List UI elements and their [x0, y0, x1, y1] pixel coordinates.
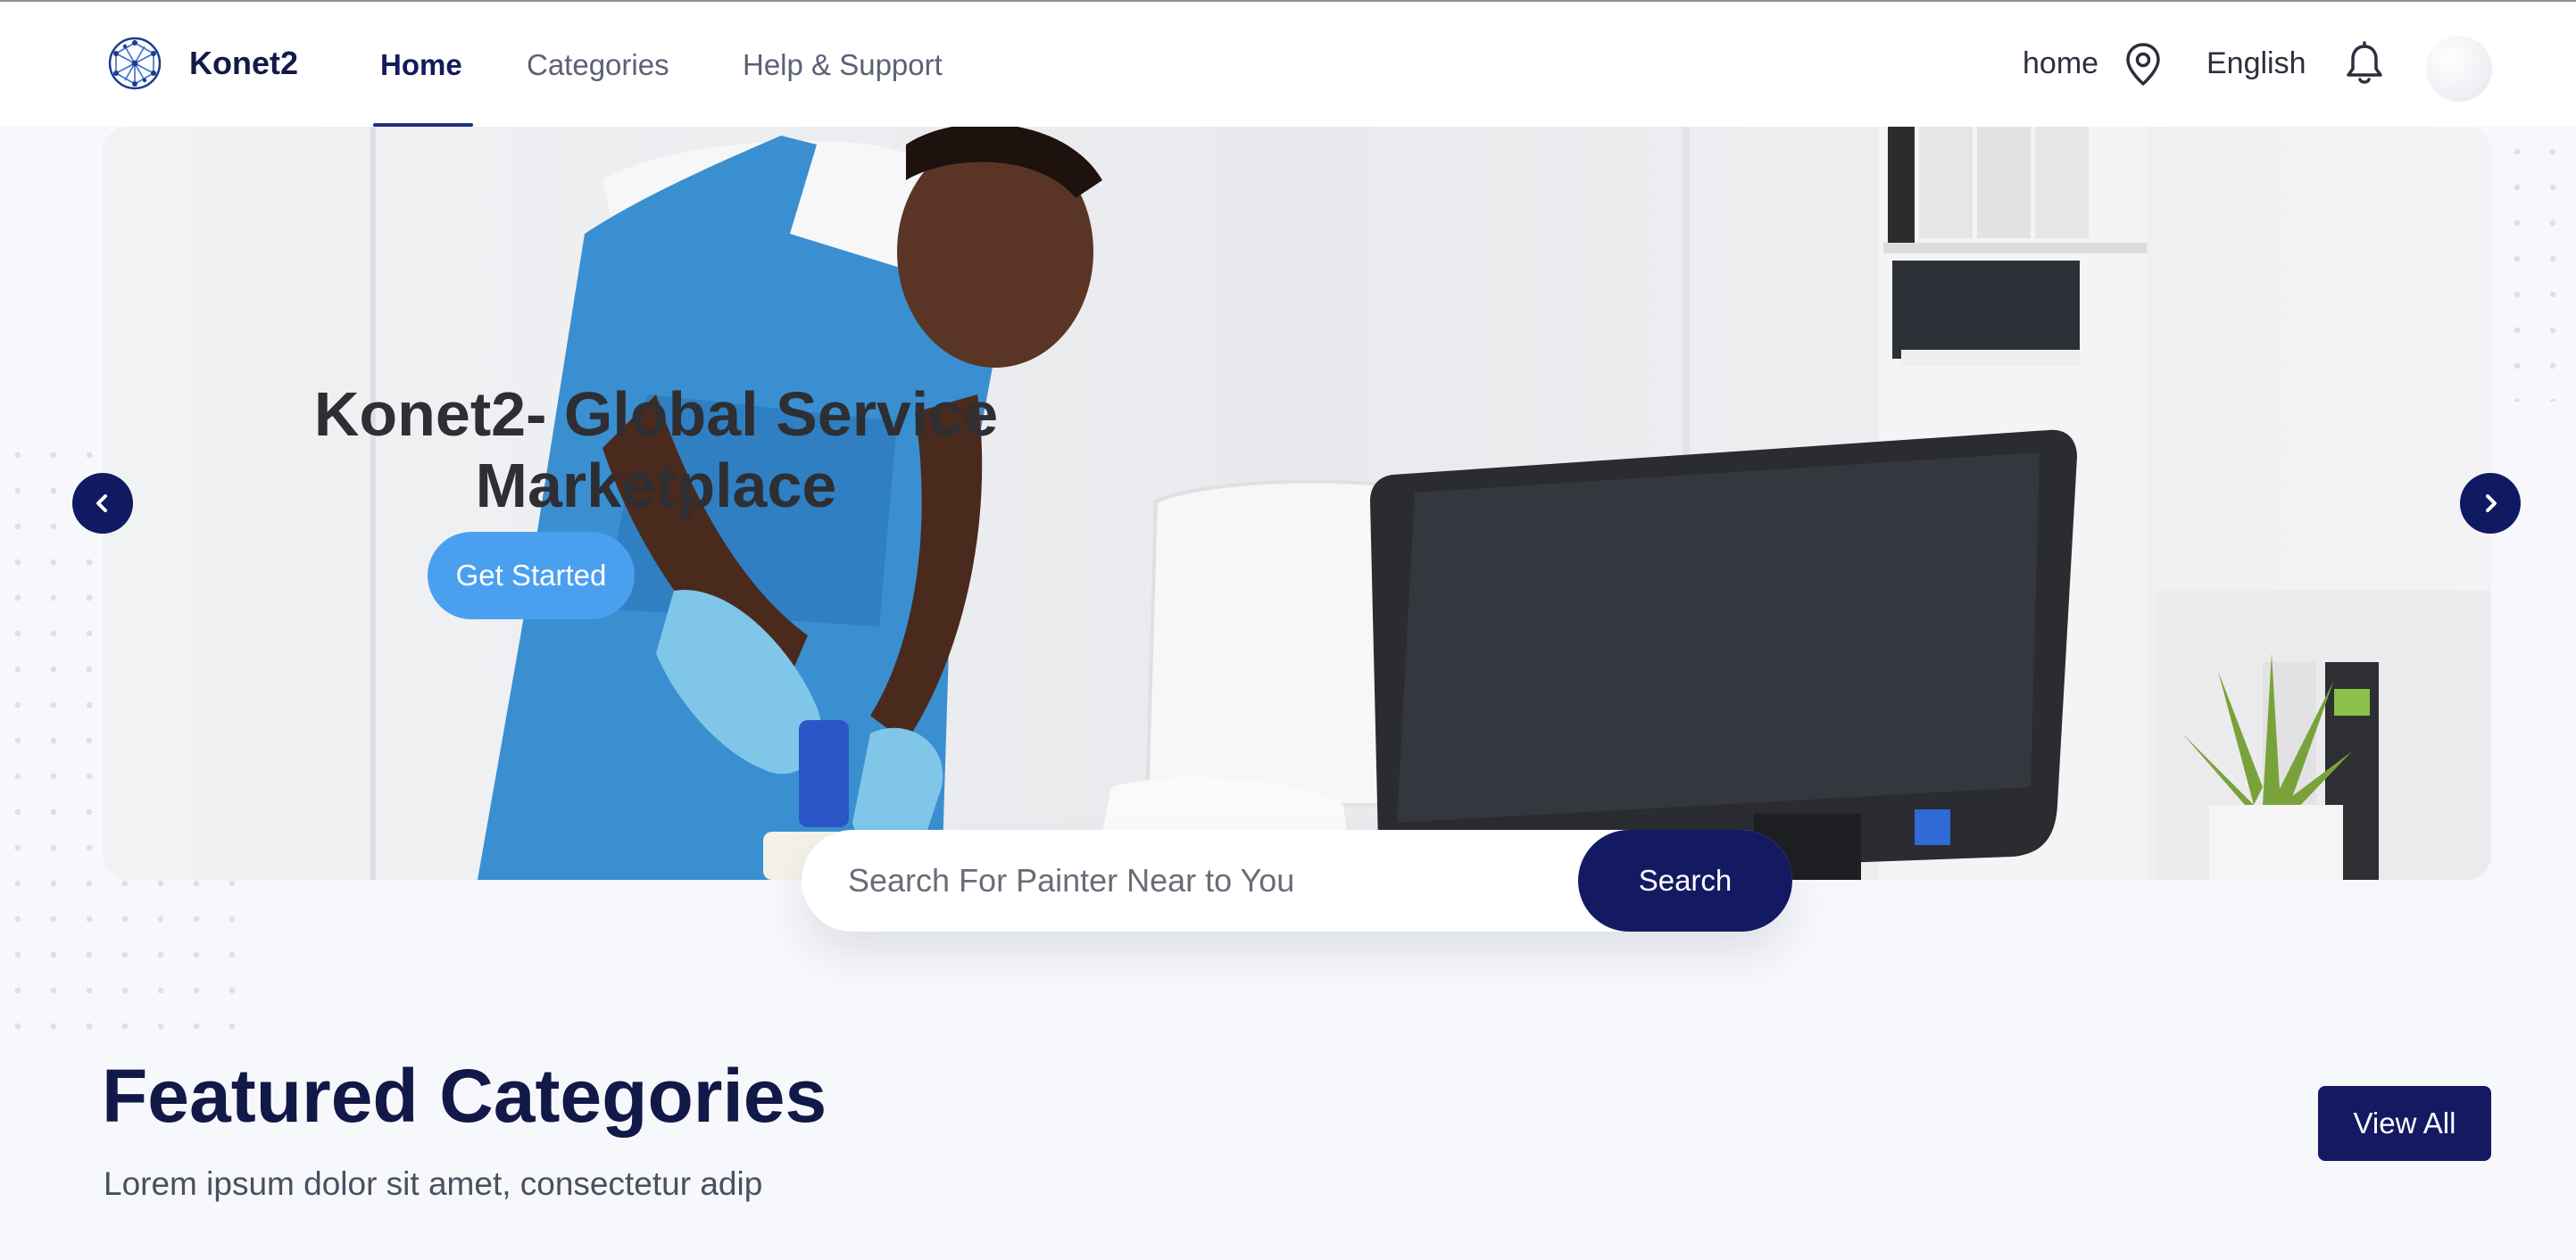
carousel-next-button[interactable]	[2460, 473, 2521, 534]
search-bar: Search	[802, 830, 1792, 932]
page: Konet2 Home Categories Help & Support ho…	[0, 0, 2576, 1260]
brand-name[interactable]: Konet2	[189, 45, 298, 82]
search-input[interactable]	[848, 830, 1562, 932]
top-navbar: Konet2 Home Categories Help & Support ho…	[0, 2, 2576, 127]
section-title: Featured Categories	[102, 1054, 827, 1138]
carousel-prev-button[interactable]	[72, 473, 133, 534]
language-selector[interactable]: English	[2206, 46, 2306, 81]
globe-network-icon[interactable]	[105, 34, 164, 93]
dot-pattern-decoration	[2499, 134, 2576, 402]
view-all-button[interactable]: View All	[2318, 1086, 2491, 1161]
chevron-left-icon	[96, 494, 107, 512]
nav-item-categories[interactable]: Categories	[527, 48, 669, 82]
chevron-right-icon	[2486, 494, 2497, 512]
section-subtitle: Lorem ipsum dolor sit amet, consectetur …	[104, 1165, 763, 1202]
search-button[interactable]: Search	[1578, 830, 1792, 932]
avatar[interactable]	[2426, 36, 2492, 102]
location-label[interactable]: home	[2023, 46, 2098, 81]
nav-item-home[interactable]: Home	[380, 48, 462, 82]
nav-item-help-support[interactable]: Help & Support	[743, 48, 943, 82]
map-pin-icon[interactable]	[2124, 41, 2162, 87]
bell-icon[interactable]	[2344, 41, 2385, 87]
hero-banner: Konet2- Global Service Marketplace Get S…	[103, 127, 2491, 880]
hero-title: Konet2- Global Service Marketplace	[313, 379, 999, 520]
get-started-button[interactable]: Get Started	[428, 532, 635, 619]
